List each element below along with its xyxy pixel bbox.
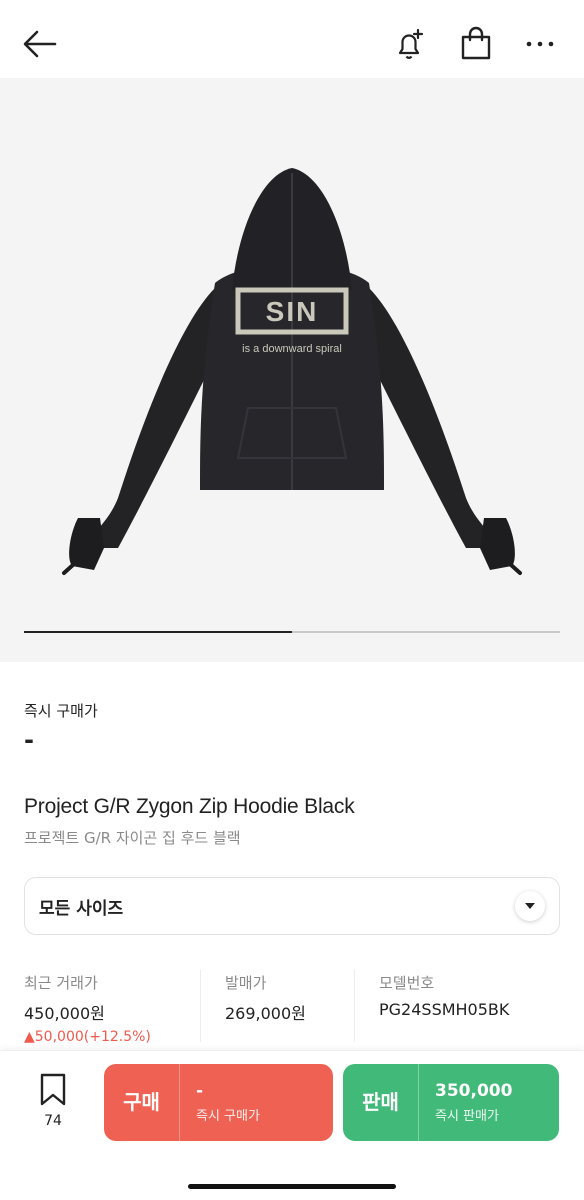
back-button[interactable] [20,24,60,64]
more-button[interactable] [520,24,560,64]
buy-tag: 구매 [104,1064,180,1141]
product-subtitle: 프로젝트 G/R 자이곤 집 후드 블랙 [24,829,241,847]
bookmark-icon [40,1073,66,1106]
buy-price: - [196,1081,204,1101]
bottom-action-bar: 74 구매 - 즉시 구매가 판매 350,000 즉시 판매가 [0,1050,584,1200]
recent-price-column: 최근 거래가 450,000원 ▲50,000(+12.5%) [24,970,200,1045]
release-price-label: 발매가 [225,974,267,992]
carousel-indicator-fill [24,631,292,633]
release-price-value: 269,000원 [225,1004,306,1023]
sell-tag: 판매 [343,1064,419,1141]
wishlist-count: 74 [44,1113,62,1129]
model-number-value: PG24SSMH05BK [379,1000,510,1019]
print-text: is a downward spiral [242,343,342,355]
size-select-label: 모든 사이즈 [39,898,124,919]
product-title: Project G/R Zygon Zip Hoodie Black [24,795,355,818]
instant-buy-price-value: - [24,726,34,754]
sell-button[interactable]: 판매 350,000 즉시 판매가 [343,1064,559,1141]
product-info-row: 최근 거래가 450,000원 ▲50,000(+12.5%) 발매가 269,… [24,970,560,1045]
product-image: SIN is a downward spiral [62,168,522,575]
home-indicator [188,1184,396,1189]
carousel-indicator [24,631,560,633]
sell-subtitle: 즉시 판매가 [435,1109,499,1124]
recent-price-label: 최근 거래가 [24,974,98,992]
model-number-column: 모델번호 PG24SSMH05BK [354,970,560,1042]
model-number-label: 모델번호 [379,974,435,992]
size-select[interactable]: 모든 사이즈 [24,877,560,935]
cart-button[interactable] [456,24,496,64]
chevron-down-icon [525,903,535,909]
print-logo: SIN [266,296,319,327]
product-image-carousel[interactable]: SIN is a downward spiral [0,78,584,662]
top-navigation-bar [0,0,584,78]
buy-subtitle: 즉시 구매가 [196,1109,260,1124]
release-price-column: 발매가 269,000원 [200,970,354,1042]
instant-buy-price-label: 즉시 구매가 [24,702,98,720]
size-select-chevron [515,891,545,921]
buy-button[interactable]: 구매 - 즉시 구매가 [104,1064,333,1141]
recent-price-value: 450,000원 [24,1004,105,1023]
wishlist-button[interactable]: 74 [30,1073,76,1129]
recent-price-change: ▲50,000(+12.5%) [24,1029,151,1045]
more-horizontal-icon [526,41,554,47]
sell-price: 350,000 [435,1081,513,1101]
bell-plus-icon [398,28,424,59]
arrow-left-icon [23,30,57,58]
alarm-button[interactable] [390,24,430,64]
shopping-bag-icon [461,26,491,60]
